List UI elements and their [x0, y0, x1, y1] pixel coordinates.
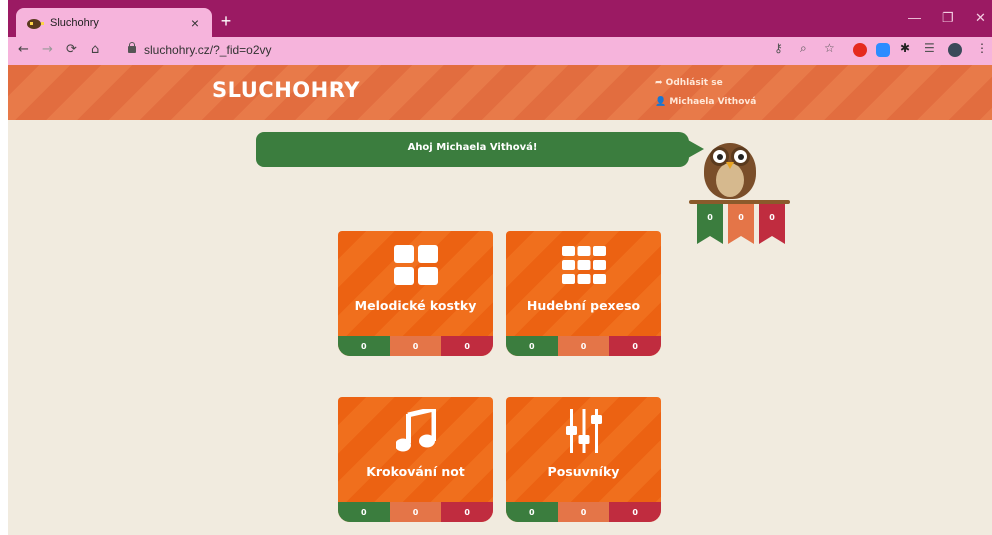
back-icon[interactable]: ←: [18, 42, 29, 57]
browser-tab[interactable]: Sluchohry ×: [16, 8, 212, 37]
restore-button[interactable]: ❐: [942, 10, 954, 26]
browser-toolbar: ← → ⟳ ⌂ sluchohry.cz/?_fid=o2vy ⚷ ⌕ ☆ ✱ …: [8, 37, 992, 65]
game-title: Melodické kostky: [354, 298, 477, 313]
score-red: 0: [609, 336, 661, 356]
game-title: Krokování not: [366, 464, 465, 479]
star-icon[interactable]: ☆: [824, 41, 835, 55]
address-bar[interactable]: sluchohry.cz/?_fid=o2vy: [128, 41, 778, 61]
owl-favicon-icon: [26, 17, 44, 29]
game-scores: 0 0 0: [506, 502, 661, 522]
key-icon[interactable]: ⚷: [774, 41, 783, 55]
game-scores: 0 0 0: [338, 502, 493, 522]
greeting-text: Ahoj Michaela Vithová!: [407, 142, 538, 153]
score-orange: 0: [389, 336, 442, 356]
score-green: 0: [506, 502, 558, 522]
url-text: sluchohry.cz/?_fid=o2vy: [144, 43, 272, 57]
user-name-link[interactable]: 👤 Michaela Vithová: [655, 97, 756, 107]
score-green: 0: [506, 336, 558, 356]
zoom-icon[interactable]: ⌕: [800, 41, 807, 56]
grid-3x3-icon: [506, 243, 661, 287]
game-title: Hudební pexeso: [526, 298, 641, 313]
score-red: 0: [441, 502, 493, 522]
score-orange: 0: [557, 502, 610, 522]
page-content: SLUCHOHRY ➦ Odhlásit se 👤 Michaela Vitho…: [8, 65, 992, 535]
sliders-icon: [506, 409, 661, 453]
site-logo[interactable]: SLUCHOHRY: [212, 78, 360, 102]
game-scores: 0 0 0: [338, 336, 493, 356]
home-icon[interactable]: ⌂: [91, 42, 99, 57]
reload-icon[interactable]: ⟳: [66, 42, 77, 57]
browser-tabbar: Sluchohry × + — ❐ ✕: [8, 0, 992, 37]
forward-icon[interactable]: →: [42, 42, 53, 57]
game-card-posuvniky[interactable]: Posuvníky 0 0 0: [506, 397, 661, 522]
score-red: 0: [609, 502, 661, 522]
game-scores: 0 0 0: [506, 336, 661, 356]
window-close-button[interactable]: ✕: [975, 10, 986, 26]
music-note-icon: [338, 409, 493, 453]
score-green: 0: [338, 336, 390, 356]
grid-2x2-icon: [338, 243, 493, 287]
game-card-krokovani-not[interactable]: Krokování not 0 0 0: [338, 397, 493, 522]
tab-title: Sluchohry: [50, 16, 99, 29]
zoom-extension-icon[interactable]: [876, 43, 890, 57]
new-tab-button[interactable]: +: [218, 12, 234, 30]
owl-score-green: 0: [697, 204, 723, 244]
game-title: Posuvníky: [547, 464, 620, 479]
score-red: 0: [441, 336, 493, 356]
score-orange: 0: [389, 502, 442, 522]
owl-score-red: 0: [759, 204, 785, 244]
owl-score-orange: 0: [728, 204, 754, 244]
game-card-hudebni-pexeso[interactable]: Hudební pexeso 0 0 0: [506, 231, 661, 356]
lock-icon: [128, 42, 136, 53]
profile-avatar[interactable]: [948, 43, 962, 57]
logout-link[interactable]: ➦ Odhlásit se: [655, 78, 723, 88]
owl-perch: [689, 200, 790, 204]
score-green: 0: [338, 502, 390, 522]
reading-list-icon[interactable]: ☰: [924, 41, 935, 55]
minimize-button[interactable]: —: [908, 10, 921, 25]
menu-kebab-icon[interactable]: ⋮: [976, 41, 988, 55]
score-orange: 0: [557, 336, 610, 356]
close-tab-icon[interactable]: ×: [188, 15, 202, 31]
opera-extension-icon[interactable]: [853, 43, 867, 57]
extensions-puzzle-icon[interactable]: ✱: [900, 41, 910, 55]
game-card-melodicke-kostky[interactable]: Melodické kostky 0 0 0: [338, 231, 493, 356]
site-header: SLUCHOHRY ➦ Odhlásit se 👤 Michaela Vitho…: [8, 65, 992, 120]
greeting-banner: Ahoj Michaela Vithová!: [256, 132, 704, 167]
